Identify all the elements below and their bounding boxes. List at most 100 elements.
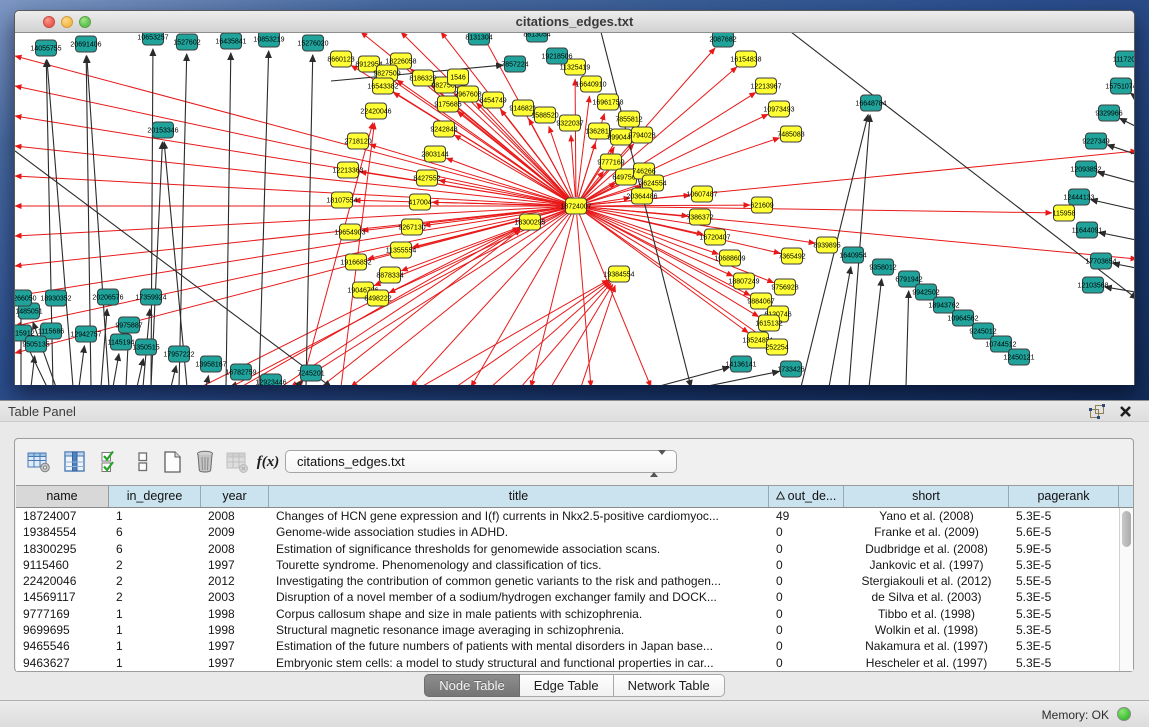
- column-header-short[interactable]: short: [844, 486, 1009, 507]
- table-row[interactable]: 946362711997Embryonic stem cells: a mode…: [16, 655, 1119, 671]
- graph-node[interactable]: 10607487: [686, 186, 717, 202]
- graph-node[interactable]: 18930352: [40, 290, 71, 306]
- column-header-out_de[interactable]: out_de...: [769, 486, 844, 507]
- network-canvas[interactable]: 1872400786601238912954182260589827509165…: [15, 33, 1134, 385]
- graph-node[interactable]: 13958167: [195, 356, 226, 372]
- graph-node[interactable]: 8454749: [479, 92, 506, 108]
- column-header-year[interactable]: year: [201, 486, 269, 507]
- graph-node[interactable]: 16648784: [855, 95, 886, 111]
- graph-node[interactable]: 12450121: [1003, 349, 1034, 365]
- select-all-icon[interactable]: [99, 450, 123, 474]
- graph-node[interactable]: 1733426: [777, 361, 804, 377]
- column-header-title[interactable]: title: [269, 486, 769, 507]
- graph-node[interactable]: 20206576: [92, 289, 123, 305]
- create-column-icon[interactable]: [161, 450, 185, 474]
- graph-node[interactable]: 1350515: [132, 339, 159, 355]
- graph-node[interactable]: 12213967: [750, 78, 781, 94]
- graph-node[interactable]: 1117206: [1113, 51, 1134, 67]
- graph-node[interactable]: 9975887: [115, 317, 142, 333]
- tab-edge-table[interactable]: Edge Table: [520, 674, 614, 697]
- graph-node[interactable]: 8813054: [523, 33, 550, 42]
- tab-node-table[interactable]: Node Table: [424, 674, 520, 697]
- graph-node[interactable]: 2718120: [344, 133, 371, 149]
- graph-node[interactable]: 9756928: [771, 279, 798, 295]
- graph-node[interactable]: 8131304: [465, 33, 492, 45]
- graph-node[interactable]: 1615132: [755, 315, 782, 331]
- graph-node[interactable]: 9358012: [869, 259, 896, 275]
- table-row[interactable]: 911546021997Tourette syndrome. Phenomeno…: [16, 557, 1119, 573]
- table-row[interactable]: 1456911722003Disruption of a novel membe…: [16, 589, 1119, 605]
- graph-node[interactable]: 16782759: [225, 364, 256, 380]
- table-row[interactable]: 946554611997Estimation of the future num…: [16, 638, 1119, 654]
- graph-node[interactable]: 8660123: [327, 51, 354, 67]
- graph-node[interactable]: 8427552: [413, 170, 440, 186]
- graph-node[interactable]: 19384554: [603, 266, 634, 282]
- function-builder-icon[interactable]: f(x): [256, 450, 280, 474]
- tab-network-table[interactable]: Network Table: [614, 674, 725, 697]
- graph-node[interactable]: 7857224: [501, 56, 528, 72]
- graph-node[interactable]: 417004: [408, 194, 431, 210]
- graph-node[interactable]: 2803144: [421, 146, 448, 162]
- graph-node[interactable]: 10653257: [137, 33, 168, 45]
- table-scrollbar[interactable]: [1119, 508, 1133, 671]
- graph-node[interactable]: 14136141: [725, 356, 756, 372]
- graph-node[interactable]: 11355554: [386, 242, 417, 258]
- graph-node[interactable]: 16640910: [575, 76, 606, 92]
- graph-node[interactable]: 10688609: [714, 250, 745, 266]
- graph-node[interactable]: 15751074: [1105, 78, 1134, 94]
- graph-node[interactable]: 2087682: [709, 33, 736, 47]
- graph-node[interactable]: 1546: [448, 69, 469, 85]
- graph-node[interactable]: 12444133: [1063, 189, 1094, 205]
- graph-node[interactable]: 17957222: [163, 346, 194, 362]
- graph-node[interactable]: 8939895: [813, 237, 840, 253]
- graph-node[interactable]: 18300295: [514, 214, 545, 230]
- table-row[interactable]: 1872400712008Changes of HCN gene express…: [16, 508, 1119, 524]
- graph-node[interactable]: 7485083: [777, 126, 804, 142]
- graph-node[interactable]: 8878334: [376, 267, 403, 283]
- graph-node[interactable]: 15276020: [297, 35, 328, 51]
- graph-node[interactable]: 16961758: [592, 94, 623, 110]
- table-row[interactable]: 1830029562008Estimation of significance …: [16, 541, 1119, 557]
- graph-node[interactable]: 16435841: [215, 33, 246, 49]
- graph-node[interactable]: 9794028: [628, 127, 655, 143]
- graph-node[interactable]: 115958: [1053, 205, 1076, 221]
- graph-node[interactable]: 7386372: [686, 209, 713, 225]
- graph-node[interactable]: 17703654: [1085, 253, 1116, 269]
- graph-node[interactable]: 17359924: [135, 289, 166, 305]
- float-window-icon[interactable]: [1089, 404, 1105, 419]
- graph-node[interactable]: 11644091: [1072, 222, 1103, 238]
- graph-node[interactable]: 19166852: [340, 254, 371, 270]
- close-panel-icon[interactable]: [1118, 404, 1133, 419]
- table-select-dropdown[interactable]: citations_edges.txt: [285, 450, 677, 473]
- show-columns-icon[interactable]: [63, 450, 87, 474]
- delete-column-icon[interactable]: [193, 450, 217, 474]
- table-row[interactable]: 2242004622012Investigating the contribut…: [16, 573, 1119, 589]
- graph-node[interactable]: 12103568: [1077, 277, 1108, 293]
- column-header-in_degree[interactable]: in_degree: [109, 486, 201, 507]
- graph-node[interactable]: 9777169: [597, 154, 624, 170]
- graph-node[interactable]: 9322037: [556, 115, 583, 131]
- graph-node[interactable]: 9267130: [398, 219, 425, 235]
- table-row[interactable]: 969969511998Structural magnetic resonanc…: [16, 622, 1119, 638]
- graph-node[interactable]: 9227349: [1082, 133, 1109, 149]
- graph-node[interactable]: 12213363: [332, 162, 363, 178]
- graph-node[interactable]: 12093852: [1070, 161, 1101, 177]
- table-row[interactable]: 977716911998Corpus callosum shape and si…: [16, 606, 1119, 622]
- graph-node[interactable]: 1640954: [839, 247, 866, 263]
- graph-node[interactable]: 9242848: [430, 121, 457, 137]
- graph-node[interactable]: 621609: [750, 197, 773, 213]
- graph-node[interactable]: 9329966: [1095, 105, 1122, 121]
- graph-node[interactable]: 20691406: [70, 36, 101, 52]
- column-header-name[interactable]: name: [16, 486, 109, 507]
- graph-node[interactable]: 12942757: [70, 326, 101, 342]
- graph-node[interactable]: 10853219: [253, 33, 284, 47]
- graph-node[interactable]: 20153346: [147, 122, 178, 138]
- graph-node[interactable]: 1145194: [108, 334, 135, 350]
- window-titlebar[interactable]: citations_edges.txt: [15, 11, 1134, 33]
- graph-node[interactable]: 16720407: [699, 229, 730, 245]
- table-mode-icon[interactable]: [27, 450, 51, 474]
- network-view-window[interactable]: citations_edges.txt 18724007866012389129…: [14, 10, 1135, 385]
- graph-node[interactable]: 252254: [765, 339, 788, 355]
- graph-node[interactable]: 9505135: [22, 336, 49, 352]
- graph-node[interactable]: 16154838: [730, 51, 761, 67]
